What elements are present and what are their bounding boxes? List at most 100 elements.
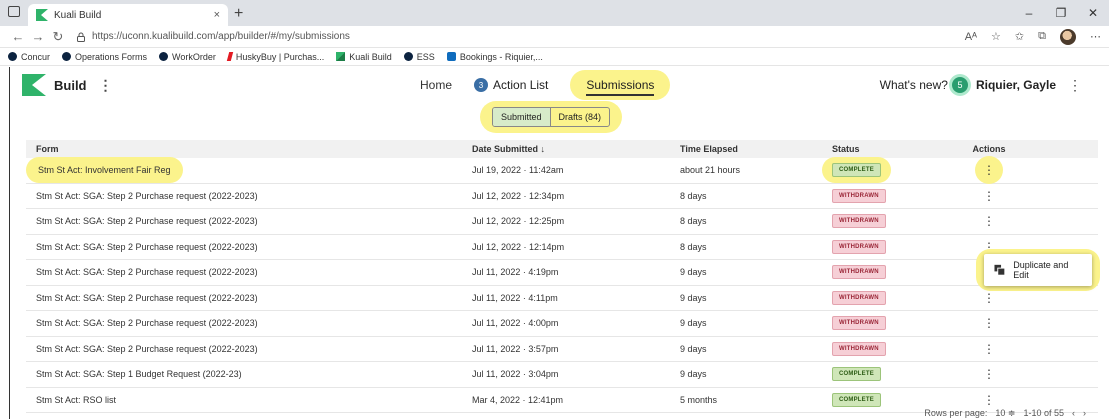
- form-name[interactable]: Stm St Act: SGA: Step 2 Purchase request…: [36, 318, 258, 328]
- submitted-tab[interactable]: Submitted: [493, 108, 551, 126]
- browser-tabbar: Kuali Build × + – ❐ ✕: [0, 0, 1109, 26]
- browser-tab[interactable]: Kuali Build ×: [28, 4, 228, 26]
- form-name[interactable]: Stm St Act: SGA: Step 1 Budget Request (…: [36, 369, 242, 379]
- row-menu-icon[interactable]: ⋮: [983, 163, 995, 177]
- brand-menu-icon[interactable]: ⋮: [99, 77, 113, 94]
- toggle-highlight: Submitted Drafts (84): [480, 101, 623, 133]
- rows-per-page-select[interactable]: 10 ≑: [995, 408, 1015, 419]
- cell-form[interactable]: Stm St Act: RSO list: [26, 395, 472, 405]
- bookmark-ess[interactable]: ESS: [403, 52, 435, 62]
- nav-submissions[interactable]: Submissions: [586, 78, 655, 96]
- cell-form[interactable]: Stm St Act: SGA: Step 1 Budget Request (…: [26, 369, 472, 379]
- form-name[interactable]: Stm St Act: SGA: Step 2 Purchase request…: [36, 344, 258, 354]
- bookmark-concur[interactable]: Concur: [8, 52, 50, 62]
- whats-new-label: What's new?: [879, 78, 948, 92]
- bookmark-huskybuy[interactable]: HuskyBuy | Purchas...: [226, 52, 324, 62]
- form-name[interactable]: Stm St Act: SGA: Step 2 Purchase request…: [36, 216, 258, 226]
- col-time[interactable]: Time Elapsed: [680, 144, 832, 154]
- form-name[interactable]: Stm St Act: Involvement Fair Reg: [38, 165, 171, 175]
- cell-form[interactable]: Stm St Act: SGA: Step 2 Purchase request…: [26, 216, 472, 226]
- form-name[interactable]: Stm St Act: SGA: Step 2 Purchase request…: [36, 191, 258, 201]
- form-name[interactable]: Stm St Act: SGA: Step 2 Purchase request…: [36, 267, 258, 277]
- bookmark-operations-forms[interactable]: Operations Forms: [62, 52, 147, 62]
- row-menu-icon[interactable]: ⋮: [983, 342, 995, 356]
- user-name[interactable]: Riquier, Gayle: [976, 78, 1056, 92]
- table-row[interactable]: Stm St Act: SGA: Step 2 Purchase request…: [26, 235, 1098, 260]
- more-icon[interactable]: ⋯: [1090, 30, 1101, 43]
- bookmark-bookings[interactable]: Bookings - Riquier,...: [446, 52, 543, 62]
- tab-actions-icon[interactable]: [8, 6, 20, 17]
- cell-status: COMPLETE: [832, 367, 959, 382]
- row-menu-icon[interactable]: ⋮: [983, 316, 995, 330]
- row-menu-icon[interactable]: ⋮: [983, 367, 995, 381]
- form-name[interactable]: Stm St Act: SGA: Step 2 Purchase request…: [36, 242, 258, 252]
- cell-time: 9 days: [680, 318, 707, 329]
- back-icon[interactable]: ←: [8, 29, 28, 44]
- brand[interactable]: Build ⋮: [22, 74, 113, 96]
- nav-home[interactable]: Home: [420, 78, 452, 92]
- table-row[interactable]: Stm St Act: Involvement Fair Reg Jul 19, …: [26, 156, 1098, 185]
- close-window-icon[interactable]: ✕: [1077, 0, 1109, 26]
- col-status[interactable]: Status: [832, 144, 959, 154]
- table-row[interactable]: Stm St Act: SGA: Step 2 Purchase request…: [26, 184, 1098, 209]
- duplicate-and-edit[interactable]: Duplicate and Edit: [1013, 260, 1082, 280]
- table-row[interactable]: Stm St Act: SGA: Step 2 Purchase request…: [26, 286, 1098, 311]
- whats-new-button[interactable]: What's new? 5: [880, 77, 968, 93]
- whats-new-count: 5: [951, 77, 968, 93]
- row-menu-icon[interactable]: ⋮: [983, 393, 995, 407]
- collections-icon[interactable]: ⧉: [1038, 30, 1046, 43]
- refresh-icon[interactable]: ↻: [48, 29, 68, 45]
- row-menu-icon[interactable]: ⋮: [983, 214, 995, 228]
- cell-form[interactable]: Stm St Act: SGA: Step 2 Purchase request…: [26, 344, 472, 354]
- profile-avatar[interactable]: [1060, 28, 1076, 45]
- restore-icon[interactable]: ❐: [1045, 0, 1077, 26]
- url-field[interactable]: https://uconn.kualibuild.com/app/builder…: [76, 31, 965, 42]
- read-aloud-icon[interactable]: Aᴬ: [965, 31, 977, 43]
- cell-time: 8 days: [680, 241, 707, 252]
- table-row[interactable]: Stm St Act: SGA: Step 2 Purchase request…: [26, 209, 1098, 235]
- status-badge: COMPLETE: [832, 163, 881, 178]
- cell-form[interactable]: Stm St Act: SGA: Step 2 Purchase request…: [26, 318, 472, 328]
- cell-form[interactable]: Stm St Act: Involvement Fair Reg: [26, 157, 472, 184]
- nav-action-list[interactable]: 3 Action List: [474, 78, 548, 92]
- forward-icon[interactable]: →: [28, 29, 48, 44]
- prev-page-icon[interactable]: ‹: [1072, 408, 1075, 419]
- cell-date: Jul 11, 2022 · 4:19pm: [472, 267, 559, 278]
- cell-form[interactable]: Stm St Act: SGA: Step 2 Purchase request…: [26, 191, 472, 201]
- cell-form[interactable]: Stm St Act: SGA: Step 2 Purchase request…: [26, 242, 472, 252]
- popup-highlight: Duplicate and Edit: [976, 249, 1100, 291]
- row-menu-icon[interactable]: ⋮: [983, 291, 995, 305]
- next-page-icon[interactable]: ›: [1083, 408, 1086, 419]
- table-row[interactable]: Stm St Act: SGA: Step 2 Purchase request…: [26, 337, 1098, 362]
- row-action-menu[interactable]: Duplicate and Edit: [984, 254, 1092, 286]
- minimize-icon[interactable]: –: [1013, 0, 1045, 26]
- col-form[interactable]: Form: [26, 144, 472, 154]
- action-count-badge: 3: [474, 78, 489, 92]
- uconn-icon: [8, 52, 17, 61]
- row-menu-icon[interactable]: ⋮: [983, 189, 995, 203]
- cell-status: WITHDRAWN: [832, 290, 959, 305]
- table-row[interactable]: Stm St Act: SGA: Step 2 Purchase request…: [26, 260, 1098, 286]
- form-name[interactable]: Stm St Act: RSO list: [36, 395, 116, 405]
- cell-date: Jul 12, 2022 · 12:14pm: [472, 241, 565, 252]
- bookmark-kuali-build[interactable]: Kuali Build: [336, 52, 392, 62]
- favorite-icon[interactable]: ☆: [991, 30, 1001, 43]
- table-row[interactable]: Stm St Act: SGA: Step 2 Purchase request…: [26, 311, 1098, 337]
- drafts-tab[interactable]: Drafts (84): [551, 108, 610, 126]
- cell-form[interactable]: Stm St Act: SGA: Step 2 Purchase request…: [26, 267, 472, 277]
- status-badge: WITHDRAWN: [832, 265, 886, 280]
- table-row[interactable]: Stm St Act: SGA: Step 1 Budget Request (…: [26, 362, 1098, 388]
- status-badge: COMPLETE: [832, 392, 881, 407]
- favorites-bar-icon[interactable]: ✩: [1015, 30, 1024, 43]
- cell-status: COMPLETE: [822, 157, 959, 184]
- user-menu-icon[interactable]: ⋮: [1068, 77, 1082, 94]
- cell-status: WITHDRAWN: [832, 239, 959, 254]
- form-name[interactable]: Stm St Act: SGA: Step 2 Purchase request…: [36, 293, 258, 303]
- bookmark-workorder[interactable]: WorkOrder: [159, 52, 216, 62]
- huskybuy-icon: [226, 52, 234, 61]
- new-tab-button[interactable]: +: [234, 5, 243, 23]
- cell-form[interactable]: Stm St Act: SGA: Step 2 Purchase request…: [26, 293, 472, 303]
- browser-toolbar: Aᴬ ☆ ✩ ⧉ ⋯: [965, 28, 1101, 45]
- tab-close-icon[interactable]: ×: [214, 9, 220, 21]
- col-date[interactable]: Date Submitted ↓: [472, 144, 680, 154]
